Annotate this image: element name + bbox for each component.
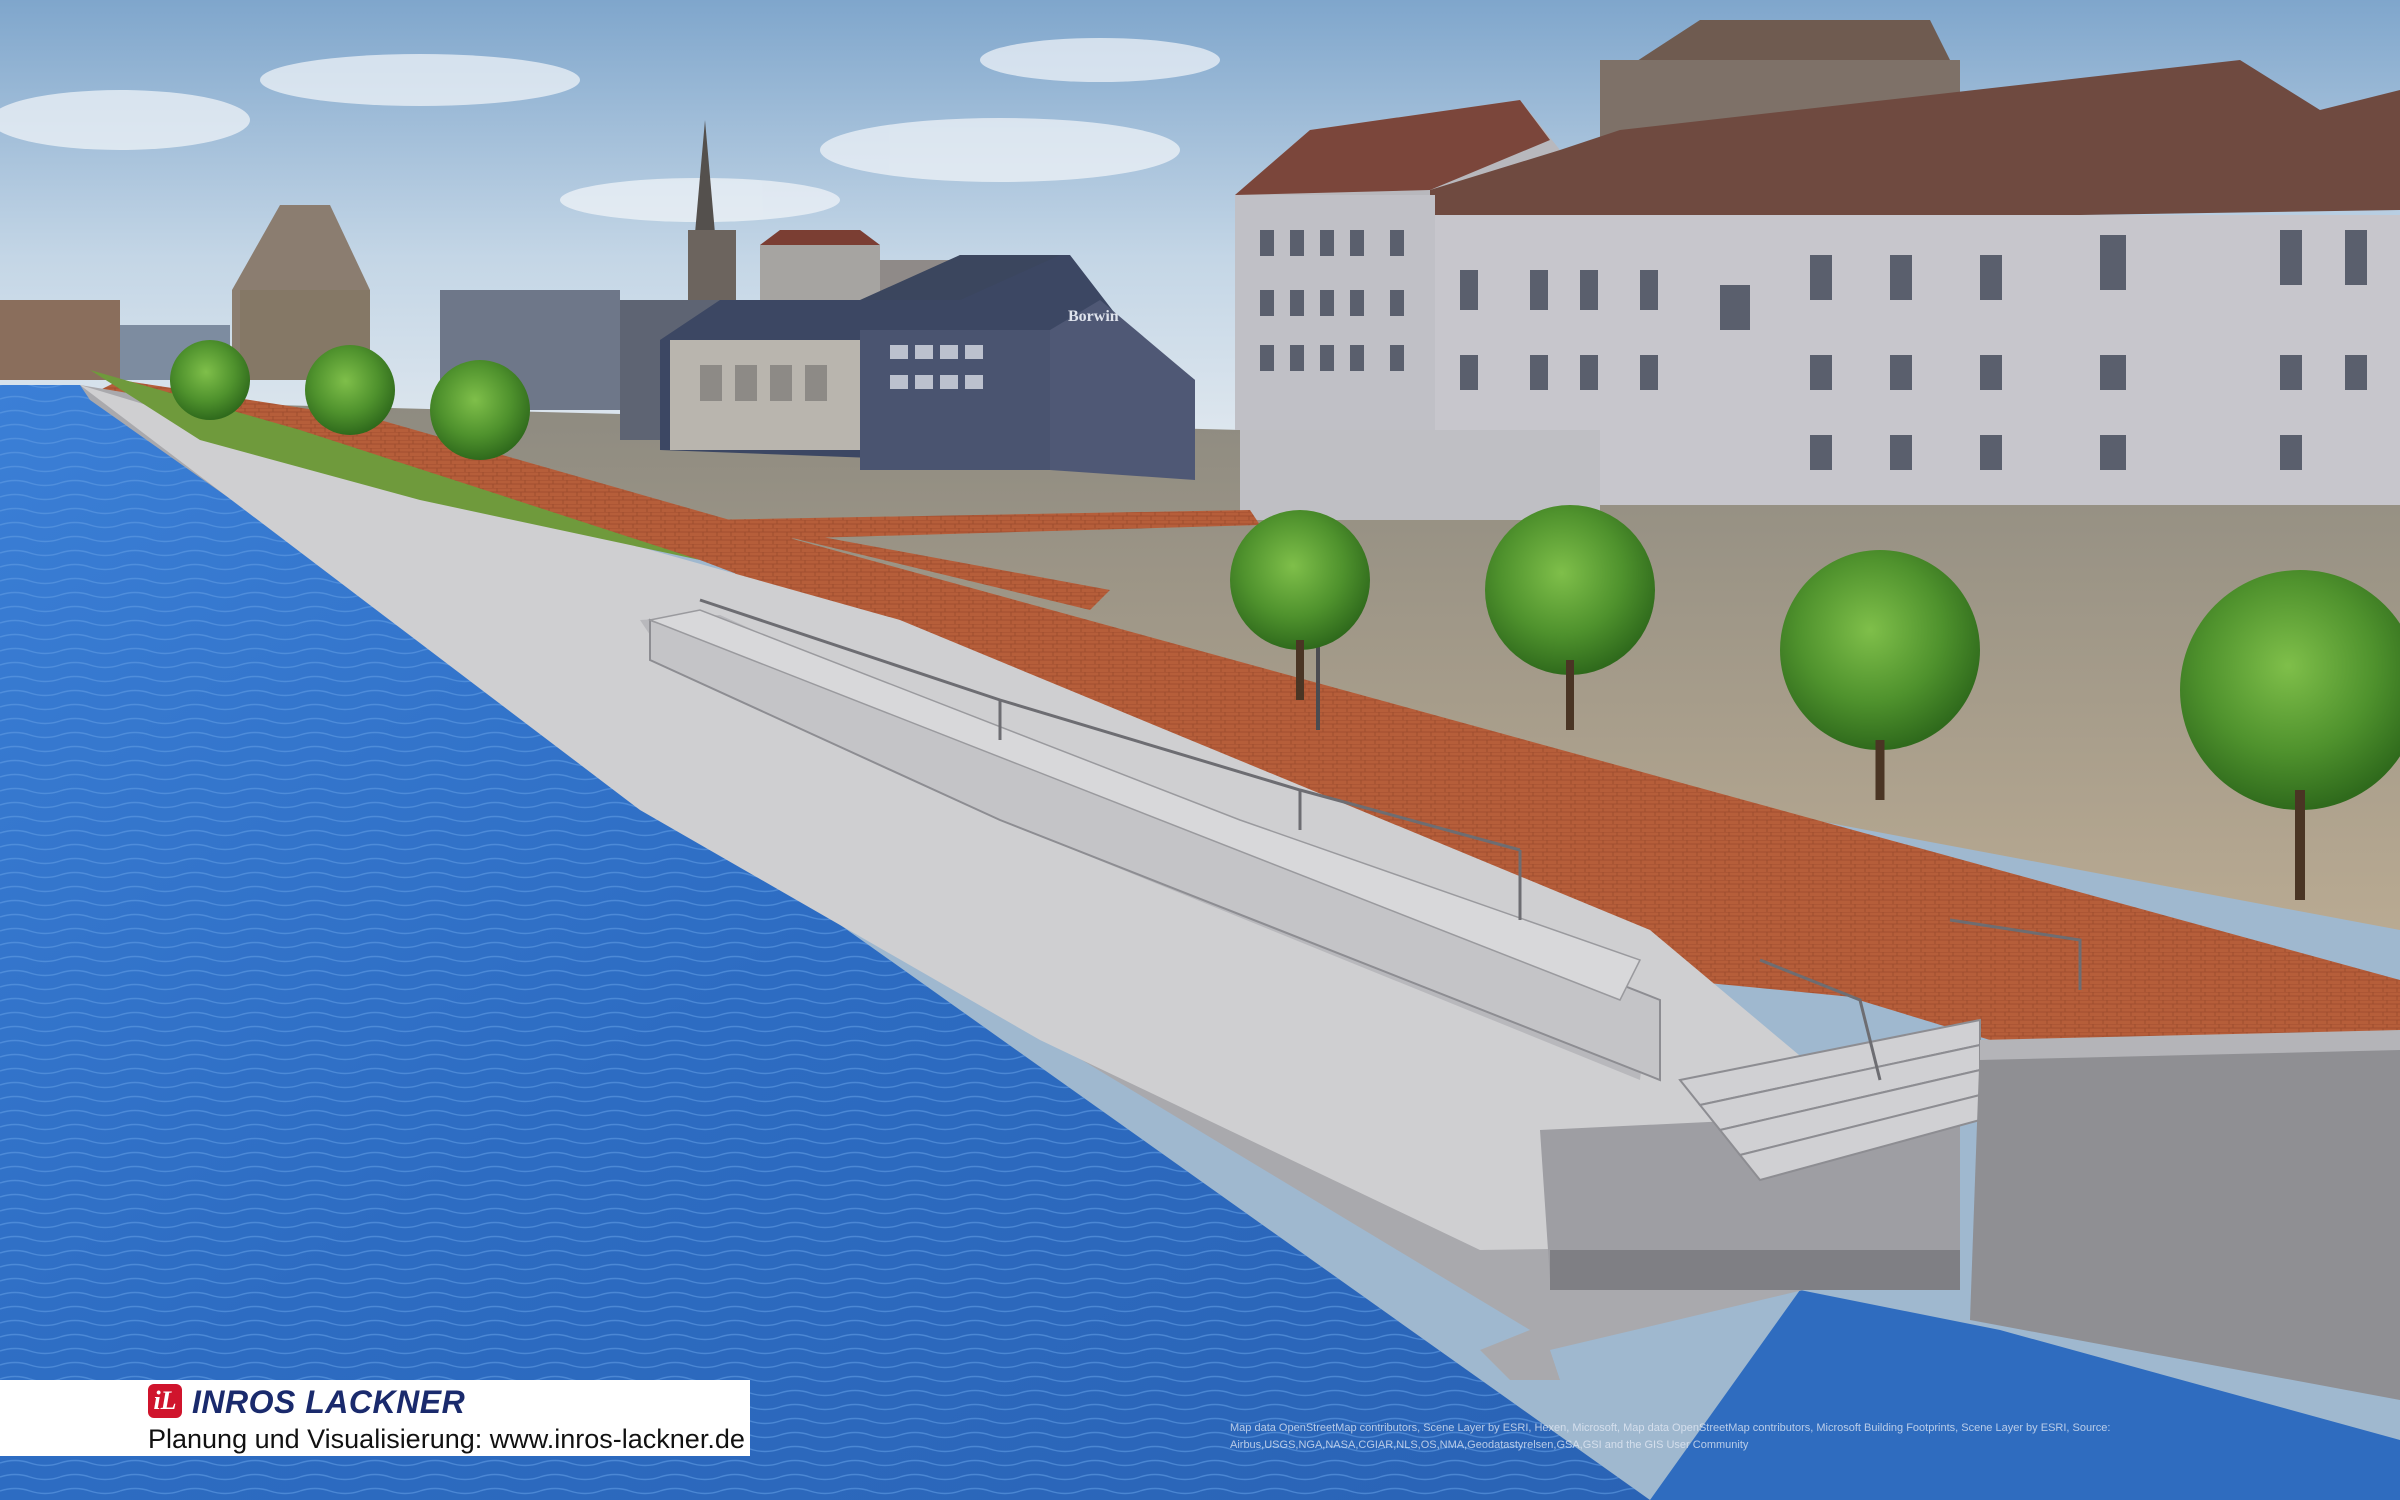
waterfront-scene: Borwin iL INROS LACKNER Planung und Visu… [0,0,2400,1500]
brand-mark-icon: iL [148,1384,182,1418]
scene-graphic [0,0,2400,1500]
brand-tagline: Planung und Visualisierung: www.inros-la… [148,1424,745,1454]
brand-name: INROS LACKNER [192,1384,466,1420]
map-attribution: Map data OpenStreetMap contributors, Sce… [1230,1422,2111,1451]
building-sign: Borwin [1068,308,1119,325]
